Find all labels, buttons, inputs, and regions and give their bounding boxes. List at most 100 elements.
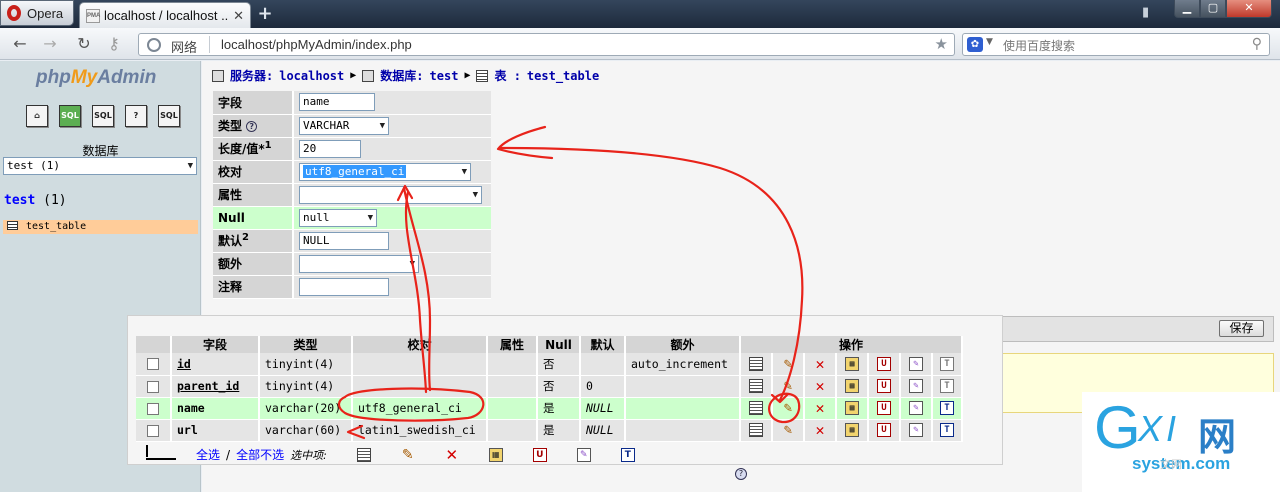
- attributes-select[interactable]: ▼: [299, 185, 482, 204]
- field-name-input[interactable]: name: [299, 93, 375, 112]
- header-actions: 操作: [740, 336, 963, 353]
- url-text: localhost/phpMyAdmin/index.php: [221, 37, 412, 52]
- bulk-browse-icon[interactable]: [356, 447, 371, 462]
- length-input[interactable]: 20: [299, 139, 361, 158]
- bulk-fulltext-icon[interactable]: T: [620, 447, 635, 462]
- index-icon[interactable]: ✎: [909, 357, 923, 371]
- row-field[interactable]: url: [171, 419, 260, 442]
- fulltext-icon[interactable]: T: [940, 379, 954, 394]
- logo-admin: Admin: [97, 67, 157, 88]
- default-input[interactable]: NULL: [299, 231, 389, 250]
- bulk-unique-icon[interactable]: U: [532, 447, 547, 462]
- drop-icon[interactable]: ✕: [813, 401, 827, 416]
- chevron-down-icon[interactable]: ▼: [986, 37, 993, 47]
- check-all-link[interactable]: 全选: [196, 446, 220, 463]
- close-window-button[interactable]: ✕: [1226, 0, 1272, 18]
- row-default: NULL: [580, 397, 626, 420]
- row-field[interactable]: parent_id: [171, 375, 260, 398]
- unique-icon[interactable]: U: [877, 357, 891, 371]
- new-tab-icon[interactable]: +: [255, 5, 275, 24]
- row-field[interactable]: name: [171, 397, 260, 420]
- browse-icon[interactable]: [749, 423, 763, 438]
- baidu-paw-icon[interactable]: ✿: [967, 37, 983, 52]
- primary-key-icon[interactable]: ▦: [845, 379, 859, 394]
- back-arrow-icon[interactable]: ←: [10, 34, 30, 54]
- help-icon[interactable]: ?: [735, 468, 747, 480]
- key-icon[interactable]: ⚷: [104, 34, 124, 54]
- bulk-drop-icon[interactable]: ✕: [445, 447, 459, 462]
- opera-menu-button[interactable]: Opera: [0, 0, 74, 26]
- row-checkbox[interactable]: [147, 402, 159, 415]
- fulltext-icon[interactable]: T: [940, 401, 954, 416]
- maximize-button[interactable]: ▢: [1200, 0, 1226, 18]
- comment-input[interactable]: [299, 277, 389, 296]
- index-icon[interactable]: ✎: [909, 401, 923, 416]
- edit-pencil-icon[interactable]: ✎: [781, 357, 795, 371]
- tab-close-icon[interactable]: ✕: [233, 8, 244, 24]
- edit-pencil-icon[interactable]: ✎: [781, 423, 795, 437]
- unique-icon[interactable]: U: [877, 379, 891, 394]
- browse-icon[interactable]: [749, 401, 763, 416]
- primary-key-icon[interactable]: ▦: [845, 357, 859, 371]
- docs-icon[interactable]: SQL: [158, 105, 180, 127]
- row-default: 0: [580, 375, 626, 398]
- breadcrumb-db[interactable]: test: [430, 69, 459, 83]
- fulltext-icon[interactable]: T: [940, 357, 954, 371]
- trash-icon[interactable]: ▮: [1142, 5, 1156, 21]
- help-icon[interactable]: ?: [246, 121, 258, 132]
- browse-icon[interactable]: [749, 379, 763, 394]
- extra-select[interactable]: ▼: [299, 254, 419, 273]
- search-icon[interactable]: ⚲: [1252, 36, 1262, 52]
- row-checkbox[interactable]: [147, 380, 159, 393]
- reload-icon[interactable]: ↻: [74, 34, 94, 54]
- sidebar-item-test-table[interactable]: test_table: [3, 220, 198, 234]
- edit-pencil-icon[interactable]: ✎: [781, 379, 795, 393]
- bulk-edit-icon[interactable]: ✎: [401, 448, 415, 462]
- database-select[interactable]: test (1) ▼: [3, 157, 197, 175]
- fulltext-icon[interactable]: T: [940, 423, 954, 438]
- edit-pencil-icon[interactable]: ✎: [781, 401, 795, 415]
- database-link[interactable]: test (1): [4, 193, 67, 208]
- drop-icon[interactable]: ✕: [813, 423, 827, 438]
- primary-key-icon[interactable]: ▦: [845, 401, 859, 416]
- unique-icon[interactable]: U: [877, 401, 891, 416]
- uncheck-all-link[interactable]: 全部不选: [236, 446, 284, 463]
- row-field[interactable]: id: [171, 353, 260, 376]
- browse-icon[interactable]: [749, 357, 763, 371]
- row-extra: [625, 419, 741, 442]
- row-attributes: [487, 419, 538, 442]
- primary-key-icon[interactable]: ▦: [845, 423, 859, 438]
- phpmyadmin-logo[interactable]: phpMyAdmin: [36, 67, 156, 89]
- index-icon[interactable]: ✎: [909, 379, 923, 394]
- unique-icon[interactable]: U: [877, 423, 891, 438]
- forward-arrow-icon[interactable]: →: [40, 34, 60, 54]
- header-field: 字段: [171, 336, 260, 353]
- sql-icon[interactable]: SQL: [92, 105, 114, 127]
- chevron-down-icon: ▼: [409, 258, 415, 269]
- sql-query-icon[interactable]: SQL: [59, 105, 81, 127]
- bulk-index-icon[interactable]: ✎: [576, 447, 591, 462]
- search-input[interactable]: ✿ ▼ 使用百度搜索 ⚲: [962, 33, 1270, 56]
- row-checkbox[interactable]: [147, 424, 159, 437]
- drop-icon[interactable]: ✕: [813, 357, 827, 372]
- null-select[interactable]: null ▼: [299, 208, 377, 227]
- index-icon[interactable]: ✎: [909, 423, 923, 438]
- breadcrumb-db-label: 数据库:: [380, 69, 424, 83]
- table-row: name varchar(20) utf8_general_ci 是 NULL …: [136, 397, 963, 420]
- type-select[interactable]: VARCHAR ▼: [299, 116, 389, 135]
- home-icon[interactable]: ⌂: [26, 105, 48, 127]
- address-bar[interactable]: 网络 localhost/phpMyAdmin/index.php ★: [138, 33, 955, 56]
- bulk-primary-icon[interactable]: ▦: [488, 447, 503, 462]
- drop-icon[interactable]: ✕: [813, 379, 827, 394]
- bookmark-star-icon[interactable]: ★: [935, 35, 948, 53]
- chevron-down-icon: ▼: [379, 120, 385, 131]
- breadcrumb-server[interactable]: localhost: [279, 69, 344, 83]
- browser-tab[interactable]: PMA localhost / localhost ... ✕: [79, 2, 251, 28]
- row-checkbox[interactable]: [147, 358, 159, 371]
- save-button[interactable]: 保存: [1219, 320, 1264, 337]
- breadcrumb-table[interactable]: test_table: [527, 69, 599, 83]
- help-icon[interactable]: ?: [125, 105, 147, 127]
- collation-select[interactable]: utf8_general_ci ▼: [299, 162, 471, 181]
- minimize-button[interactable]: ▁: [1174, 0, 1200, 18]
- watermark-faint-text: 文网: [1160, 458, 1182, 471]
